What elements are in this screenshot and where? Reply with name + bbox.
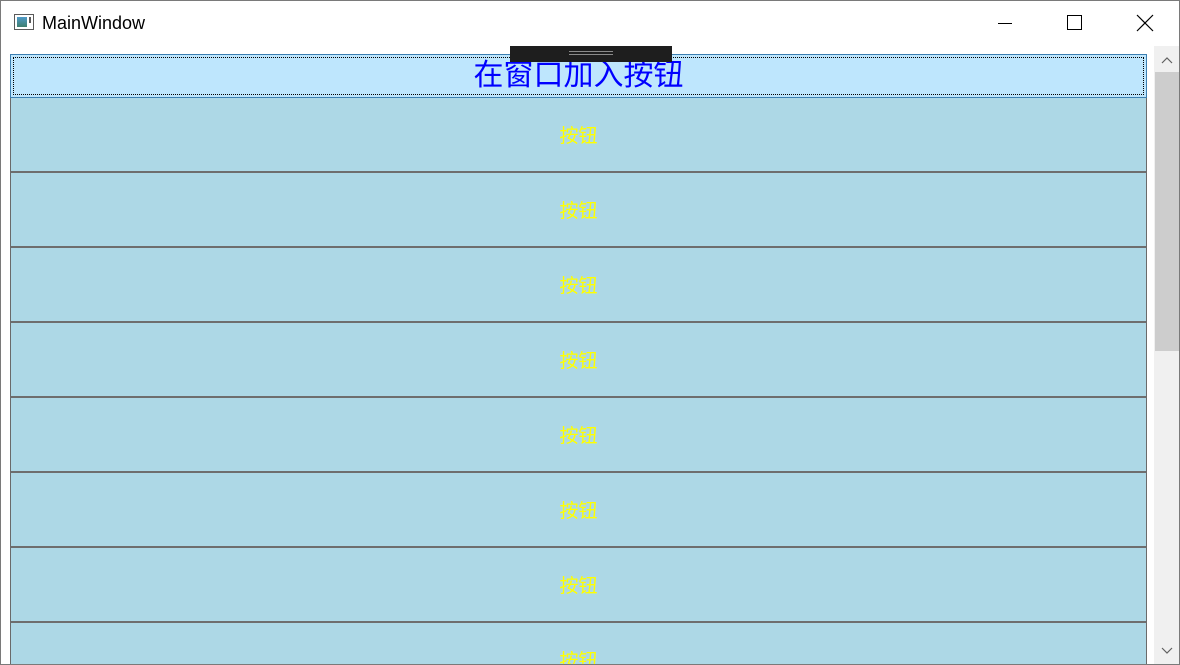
button-label: 按钮	[559, 350, 598, 372]
list-button[interactable]: 按钮	[10, 323, 1147, 398]
list-button[interactable]: 按钮	[10, 248, 1147, 323]
main-window: MainWindow 在窗口加入按钮 按钮 按钮 按钮 按钮 按钮 按钮 按钮 …	[0, 0, 1180, 665]
list-button[interactable]: 按钮	[10, 548, 1147, 623]
content-area: 在窗口加入按钮 按钮 按钮 按钮 按钮 按钮 按钮 按钮 按钮	[10, 54, 1147, 665]
list-button[interactable]: 按钮	[10, 173, 1147, 248]
list-button[interactable]: 按钮	[10, 98, 1147, 173]
chevron-up-icon	[1161, 57, 1173, 64]
button-label: 按钮	[559, 500, 598, 522]
grip-icon	[569, 51, 613, 55]
list-button[interactable]: 按钮	[10, 623, 1147, 665]
app-window-icon[interactable]	[14, 14, 34, 30]
app-icon-bar	[29, 17, 31, 23]
minimize-button[interactable]	[970, 1, 1040, 45]
app-icon-pane	[17, 17, 27, 27]
scroll-down-button[interactable]	[1154, 637, 1179, 664]
button-label: 按钮	[559, 125, 598, 147]
button-label: 按钮	[559, 575, 598, 597]
close-button[interactable]	[1110, 1, 1179, 45]
title-bar[interactable]: MainWindow	[1, 1, 1179, 45]
button-label: 按钮	[559, 425, 598, 447]
close-icon	[1136, 14, 1154, 32]
header-button-label: 在窗口加入按钮	[473, 58, 684, 93]
button-label: 按钮	[559, 200, 598, 222]
list-button[interactable]: 按钮	[10, 473, 1147, 548]
maximize-icon	[1067, 15, 1082, 30]
button-label: 按钮	[559, 650, 598, 665]
scroll-up-button[interactable]	[1154, 46, 1179, 74]
debug-toolbar-handle[interactable]	[510, 46, 672, 62]
vertical-scrollbar[interactable]	[1154, 46, 1179, 664]
maximize-button[interactable]	[1040, 1, 1110, 45]
button-list: 按钮 按钮 按钮 按钮 按钮 按钮 按钮 按钮	[10, 98, 1147, 665]
button-label: 按钮	[559, 275, 598, 297]
minimize-icon	[998, 23, 1012, 24]
scroll-thumb[interactable]	[1155, 72, 1179, 351]
chevron-down-icon	[1161, 647, 1173, 654]
list-button[interactable]: 按钮	[10, 398, 1147, 473]
window-title: MainWindow	[42, 13, 146, 33]
